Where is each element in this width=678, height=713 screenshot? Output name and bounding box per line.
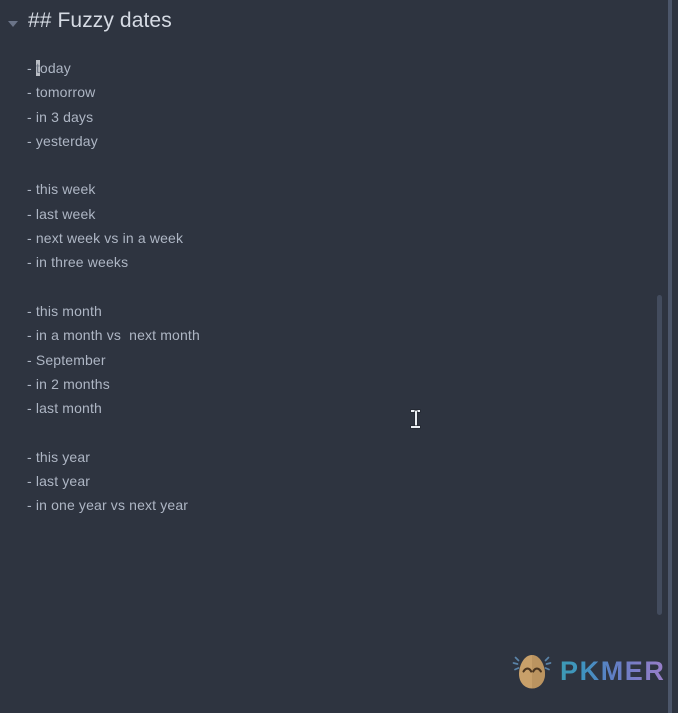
editor-blank-line[interactable]	[27, 275, 650, 299]
editor-list-line[interactable]: - last month	[27, 396, 650, 420]
line-text-before-selection: -	[27, 60, 36, 76]
editor-list-line[interactable]: - in 3 days	[27, 105, 650, 129]
editor-list-line[interactable]: - yesterday	[27, 129, 650, 153]
heading-text: ## Fuzzy dates	[28, 9, 172, 32]
markdown-editor-pane[interactable]: ## Fuzzy dates - today - tomorrow - in 3 d…	[0, 0, 668, 713]
app-window: ## Fuzzy dates - today - tomorrow - in 3 d…	[0, 0, 678, 713]
editor-list-line[interactable]: - this week	[27, 177, 650, 201]
editor-list-line[interactable]: - last week	[27, 202, 650, 226]
editor-list-line[interactable]: - this month	[27, 299, 650, 323]
heading-line[interactable]: ## Fuzzy dates	[0, 0, 650, 42]
triangle-down-icon[interactable]	[8, 21, 18, 27]
editor-list-line[interactable]: - in one year vs next year	[27, 493, 650, 517]
editor-blank-line[interactable]	[27, 153, 650, 177]
editor-list-line[interactable]: - September	[27, 348, 650, 372]
editor-list-line[interactable]: - in a month vs next month	[27, 323, 650, 347]
editor-list-line[interactable]: - in three weeks	[27, 250, 650, 274]
line-text-after-selection: oday	[39, 60, 71, 76]
fuzzy-dates-list[interactable]: - today - tomorrow - in 3 days - yesterday …	[0, 56, 650, 518]
editor-list-line[interactable]: - tomorrow	[27, 80, 650, 104]
editor-blank-line[interactable]	[27, 420, 650, 444]
editor-list-line[interactable]: - this year	[27, 445, 650, 469]
editor-list-line[interactable]: - today	[27, 56, 650, 80]
pkmer-watermark: PKMER	[512, 650, 666, 692]
editor-vertical-scrollbar[interactable]	[654, 0, 666, 713]
editor-list-line[interactable]: - last year	[27, 469, 650, 493]
right-sidebar-pane[interactable]	[672, 0, 678, 713]
pkmer-wordmark: PKMER	[560, 655, 666, 686]
editor-list-line[interactable]: - in 2 months	[27, 372, 650, 396]
editor-content[interactable]: ## Fuzzy dates - today - tomorrow - in 3 d…	[0, 0, 650, 518]
pkmer-egg-logo-icon	[512, 655, 552, 689]
editor-list-line[interactable]: - next week vs in a week	[27, 226, 650, 250]
scrollbar-thumb[interactable]	[657, 295, 662, 615]
